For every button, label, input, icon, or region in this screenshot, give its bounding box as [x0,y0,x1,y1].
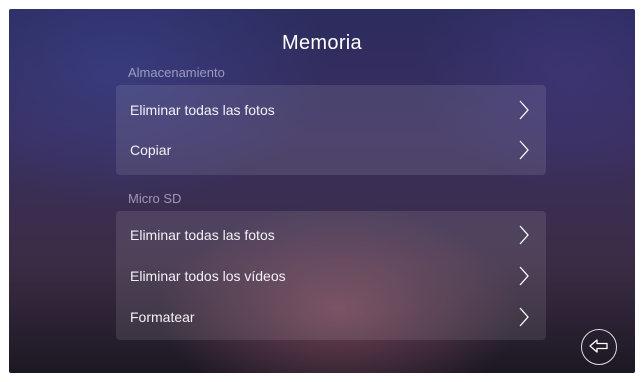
back-button[interactable] [581,329,617,365]
list-item-label: Formatear [130,309,195,325]
chevron-right-icon [519,100,529,120]
list-item-label: Eliminar todos los vídeos [130,268,286,284]
chevron-right-icon [519,266,529,286]
storage-section-label: Almacenamiento [128,65,225,80]
list-item-label: Copiar [130,142,172,158]
microsd-format-item[interactable]: Formatear [116,297,546,337]
chevron-right-icon [519,225,529,245]
chevron-right-icon [519,307,529,327]
chevron-right-icon [519,140,529,160]
microsd-delete-all-videos-item[interactable]: Eliminar todos los vídeos [116,256,546,296]
microsd-delete-all-photos-item[interactable]: Eliminar todas las fotos [116,215,546,255]
storage-group: Eliminar todas las fotos Copiar [116,85,546,175]
microsd-section-label: Micro SD [128,191,182,206]
list-item-label: Eliminar todas las fotos [130,102,275,118]
memory-settings-screen: Memoria Almacenamiento Eliminar todas la… [9,9,635,373]
storage-delete-all-photos-item[interactable]: Eliminar todas las fotos [116,90,546,130]
page-title: Memoria [282,32,362,54]
microsd-group: Eliminar todas las fotos Eliminar todos … [116,211,546,340]
back-arrow-icon [589,339,608,353]
list-item-label: Eliminar todas las fotos [130,227,275,243]
storage-copy-item[interactable]: Copiar [116,130,546,170]
